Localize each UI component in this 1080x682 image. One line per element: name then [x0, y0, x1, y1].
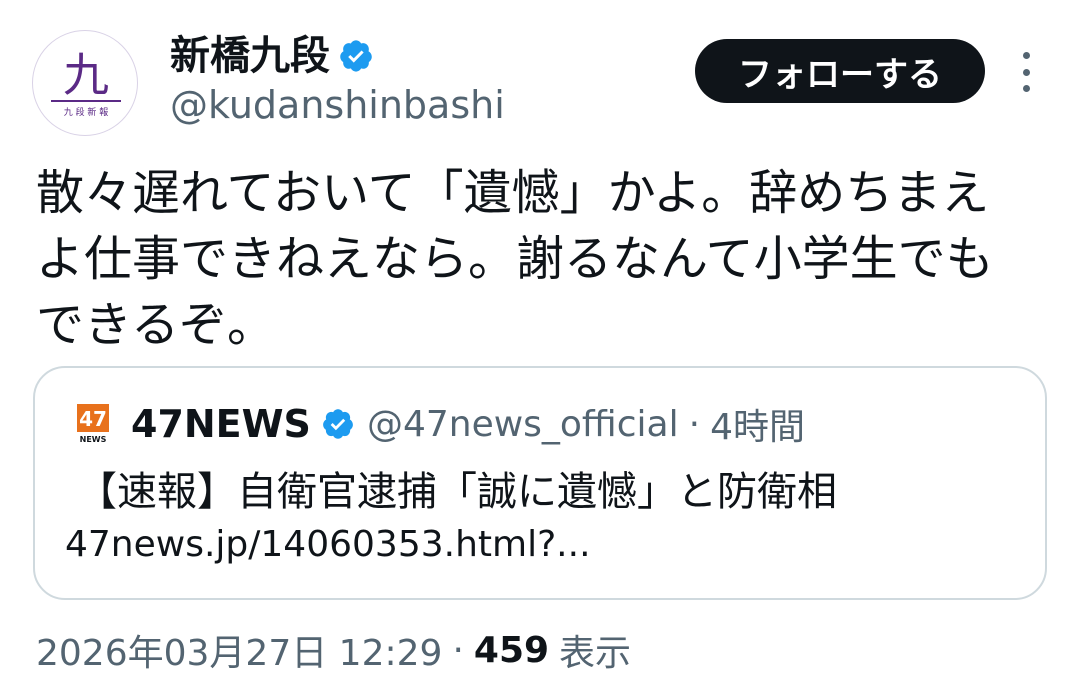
- views-label: 表示: [559, 633, 632, 674]
- follow-button[interactable]: フォローする: [695, 39, 985, 103]
- quoted-tweet-card[interactable]: 47 NEWS 47NEWS @47news_official · 4時間 【速…: [33, 366, 1047, 600]
- avatar-glyph: 九: [63, 48, 109, 102]
- verified-badge-icon: [340, 40, 372, 72]
- tweet-timestamp[interactable]: 2026年03月27日 12:29: [36, 624, 442, 676]
- quoted-author-name[interactable]: 47NEWS: [131, 402, 311, 446]
- quoted-tweet-link[interactable]: 47news.jp/14060353.html?...: [65, 521, 591, 569]
- separator-dot: ·: [688, 403, 701, 445]
- avatar[interactable]: 九 九 段 新 報: [32, 30, 138, 136]
- more-dot: [1022, 52, 1030, 59]
- more-dot: [1022, 68, 1030, 76]
- tweet-meta: 2026年03月27日 12:29 · 459 表示: [36, 622, 631, 678]
- quoted-tweet-header: 47NEWS @47news_official · 4時間: [131, 400, 805, 448]
- news-logo-number: 47: [79, 407, 107, 431]
- more-options-icon[interactable]: [1012, 52, 1040, 92]
- verified-badge-icon: [323, 409, 353, 439]
- author-display-name[interactable]: 新橋九段: [170, 32, 330, 80]
- tweet-text-line: 散々遅れておいて「遺憾」かよ。辞めちまえ: [36, 165, 990, 221]
- author-display-name-row[interactable]: 新橋九段: [170, 32, 374, 80]
- avatar-logo: 九 九 段 新 報: [51, 48, 121, 118]
- news-logo-icon: 47 NEWS: [77, 404, 109, 444]
- quoted-tweet-time[interactable]: 4時間: [710, 398, 805, 450]
- tweet-text-line: よ仕事できねえなら。謝るなんて小学生でも: [36, 231, 994, 287]
- more-dot: [1022, 85, 1030, 92]
- quoted-tweet-text: 【速報】自衛官逮捕「誠に遺憾」と防衛相: [77, 469, 837, 515]
- separator-dot: ·: [452, 629, 464, 671]
- quoted-author-handle[interactable]: @47news_official: [367, 404, 679, 445]
- views-count: 459: [473, 629, 550, 671]
- author-handle[interactable]: @kudanshinbashi: [170, 82, 505, 128]
- tweet-text: 散々遅れておいて「遺憾」かよ。辞めちまえ よ仕事できねえなら。謝るなんて小学生で…: [36, 160, 1046, 358]
- news-logo-caption: NEWS: [80, 435, 107, 444]
- tweet-text-line: できるぞ。: [36, 297, 276, 353]
- avatar-caption: 九 段 新 報: [64, 106, 109, 118]
